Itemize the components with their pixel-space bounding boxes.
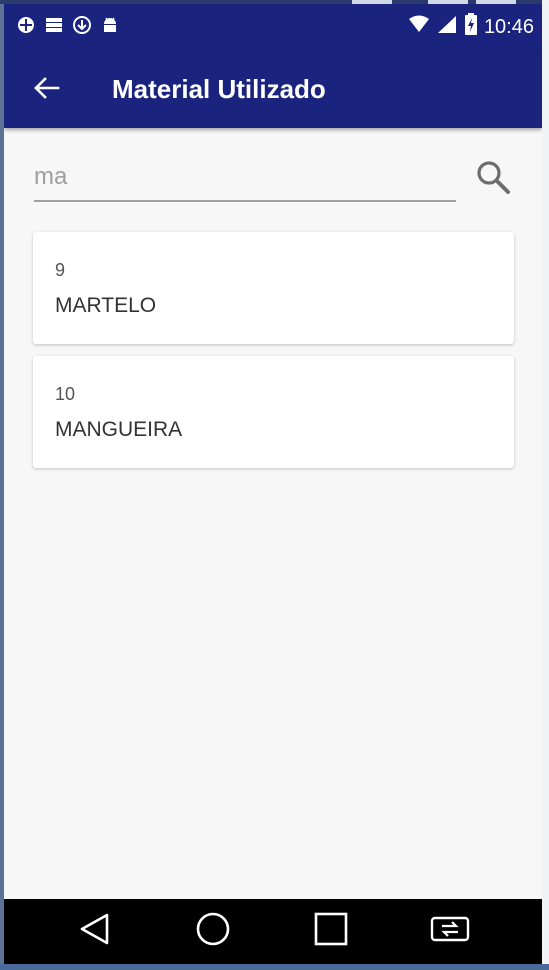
back-triangle-icon [78,912,112,951]
arrow-back-icon [32,74,60,107]
status-left-icons [16,15,120,39]
app-bar: Material Utilizado [4,50,542,128]
search-row [34,154,514,204]
item-id: 9 [55,260,66,280]
wifi-icon [408,14,430,39]
nav-recents-button[interactable] [303,909,359,953]
item-name: MANGUEIRA [55,418,183,441]
emulator-frame: 10:46 Material Utilizado 9 MARTELO [0,0,549,970]
item-id: 10 [55,384,76,404]
nav-back-button[interactable] [67,909,123,953]
navigation-bar [4,899,542,964]
back-button[interactable] [24,68,68,112]
nav-home-button[interactable] [185,909,241,953]
search-input[interactable] [34,154,456,202]
status-bar: 10:46 [4,4,542,50]
android-icon [100,15,120,39]
download-icon [72,15,92,39]
search-icon [474,158,512,201]
recents-square-icon [313,911,349,952]
list-item[interactable]: 9 MARTELO [33,232,514,344]
status-time: 10:46 [483,15,534,38]
item-name: MARTELO [55,294,157,317]
window-bottom-strip [0,964,549,970]
storage-icon [44,15,64,39]
status-right-icons: 10:46 [408,13,534,40]
list-item[interactable]: 10 MANGUEIRA [33,356,514,468]
bug-report-icon [16,15,36,39]
search-button[interactable] [472,158,514,200]
home-circle-icon [195,911,231,952]
page-title: Material Utilizado [112,74,326,104]
battery-charging-icon [464,13,478,40]
window-side-edge [542,0,549,970]
signal-4g-icon [436,14,458,39]
phone-screen: 10:46 Material Utilizado 9 MARTELO [4,4,542,964]
nav-rotate-button[interactable] [422,909,478,953]
screen-rotate-icon [428,912,472,951]
